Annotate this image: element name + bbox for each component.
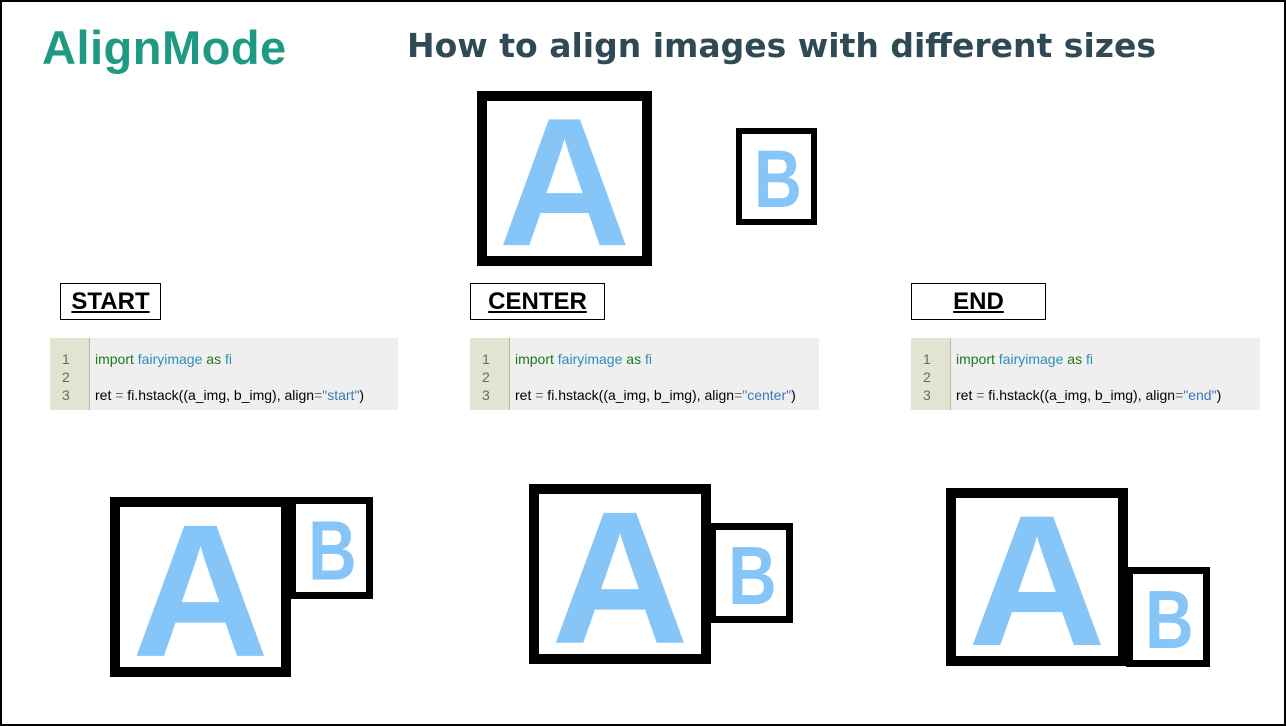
result-start-image-b: B <box>289 497 373 599</box>
slide: AlignMode How to align images with diffe… <box>0 0 1286 726</box>
sample-image-a: A <box>477 91 652 266</box>
headline: How to align images with different sizes <box>407 26 1156 65</box>
code-block-center: 1 2 3 import fairyimage as fi ret = fi.h… <box>470 338 819 410</box>
letter-b: B <box>1145 574 1194 660</box>
result-center-image-b: B <box>709 523 793 623</box>
code-line-3: ret = fi.hstack((a_img, b_img), align="c… <box>515 387 796 403</box>
line-number: 1 <box>62 351 70 367</box>
letter-a: A <box>551 494 689 654</box>
code-block-start: 1 2 3 import fairyimage as fi ret = fi.h… <box>50 338 398 410</box>
brand-title: AlignMode <box>42 21 287 74</box>
code-line-3: ret = fi.hstack((a_img, b_img), align="s… <box>95 387 365 403</box>
code-line-1: import fairyimage as fi <box>515 351 652 367</box>
line-number: 3 <box>482 387 490 403</box>
line-number: 3 <box>62 387 70 403</box>
letter-a: A <box>132 507 269 667</box>
line-number: 1 <box>923 351 931 367</box>
result-end-image-a: A <box>946 488 1128 666</box>
code-line-1: import fairyimage as fi <box>95 351 232 367</box>
label-center: CENTER <box>470 283 605 320</box>
result-start-image-a: A <box>110 497 291 677</box>
sample-image-b: B <box>736 128 817 225</box>
code-block-end: 1 2 3 import fairyimage as fi ret = fi.h… <box>911 338 1260 410</box>
code-line-3: ret = fi.hstack((a_img, b_img), align="e… <box>956 387 1222 403</box>
letter-a: A <box>968 498 1106 656</box>
result-end-image-b: B <box>1126 567 1210 667</box>
line-number: 1 <box>482 351 490 367</box>
result-center-image-a: A <box>529 484 711 664</box>
letter-a: A <box>498 101 630 256</box>
line-number: 3 <box>923 387 931 403</box>
letter-b: B <box>308 504 357 592</box>
line-number: 2 <box>62 369 70 385</box>
label-start: START <box>60 283 161 320</box>
code-line-1: import fairyimage as fi <box>956 351 1093 367</box>
letter-b: B <box>728 530 777 616</box>
label-end: END <box>911 283 1046 320</box>
line-number: 2 <box>923 369 931 385</box>
line-number: 2 <box>482 369 490 385</box>
letter-b: B <box>754 134 802 219</box>
